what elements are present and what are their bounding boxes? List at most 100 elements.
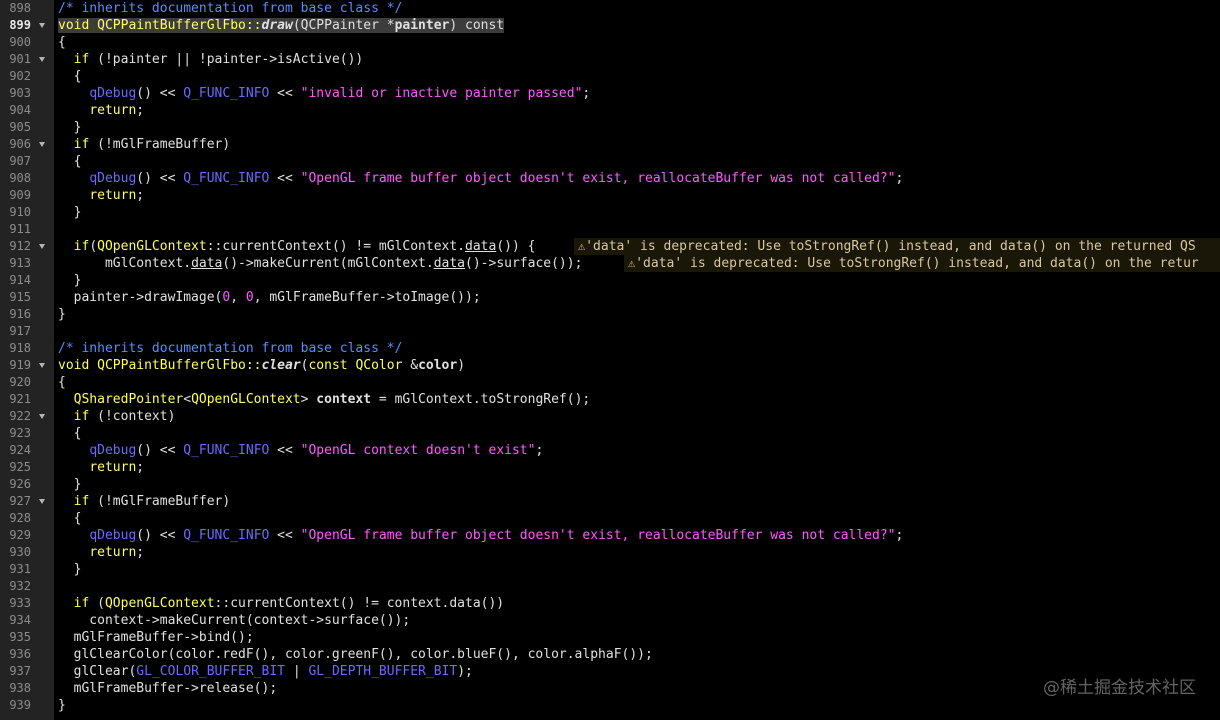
macro: GL_DEPTH_BUFFER_BIT: [308, 664, 458, 679]
gutter-line: 911: [0, 221, 54, 238]
line-number: 904: [9, 103, 31, 117]
code-editor[interactable]: 898 899 900 901 902 903 904 905 906 907 908 909 910 9…: [0, 0, 1220, 720]
gutter-line: 899: [0, 17, 54, 34]
gutter-line: 932: [0, 578, 54, 595]
watermark: @稀土掘金技术社区: [1043, 678, 1196, 698]
code-text: mGlFrameBuffer->release();: [58, 681, 278, 696]
fold-arrow-icon[interactable]: [37, 357, 47, 374]
keyword: if: [73, 137, 90, 152]
code-text: , mGlFrameBuffer->toImage());: [253, 290, 481, 305]
function-name: clear: [261, 358, 301, 373]
code-line-912: if(QOpenGLContext::currentContext() != m…: [54, 238, 1220, 255]
code-line-906: if (!mGlFrameBuffer): [54, 136, 1220, 153]
string-literal: "invalid or inactive painter passed": [300, 86, 583, 101]
line-number: 920: [9, 375, 31, 389]
fold-arrow-icon[interactable]: [37, 51, 47, 68]
fold-arrow-icon[interactable]: [37, 408, 47, 425]
gutter-line: 931: [0, 561, 54, 578]
fold-arrow-icon[interactable]: [37, 493, 47, 510]
fold-arrow-icon[interactable]: [37, 136, 47, 153]
code-line-913: mGlContext.data()->makeCurrent(mGlContex…: [54, 255, 1220, 272]
gutter-line: 929: [0, 527, 54, 544]
keyword: if: [73, 409, 90, 424]
gutter-line: 915: [0, 289, 54, 306]
gutter-line: 918: [0, 340, 54, 357]
code-line-924: qDebug() << Q_FUNC_INFO << "OpenGL conte…: [54, 442, 1220, 459]
fold-arrow-icon[interactable]: [37, 238, 47, 255]
deprecation-warning[interactable]: ⚠'data' is deprecated: Use toStrongRef()…: [574, 238, 1220, 255]
code-line-935: mGlFrameBuffer->bind();: [54, 629, 1220, 646]
gutter-line: 936: [0, 646, 54, 663]
code-text: (!context): [89, 409, 176, 424]
line-number: 902: [9, 69, 31, 83]
code-line-921: QSharedPointer<QOpenGLContext> context =…: [54, 391, 1220, 408]
code-area[interactable]: /* inherits documentation from base clas…: [54, 0, 1220, 720]
line-number: 938: [9, 681, 31, 695]
gutter-line: 900: [0, 34, 54, 51]
code-line-902: {: [54, 68, 1220, 85]
code-line-905: }: [54, 119, 1220, 136]
code-text: <<: [269, 171, 301, 186]
function-call: qDebug: [89, 171, 137, 186]
line-number: 906: [9, 137, 31, 151]
gutter-line: 920: [0, 374, 54, 391]
gutter-line: 925: [0, 459, 54, 476]
line-number: 924: [9, 443, 31, 457]
function-call: qDebug: [89, 443, 137, 458]
line-number: 939: [9, 698, 31, 712]
string-literal: "OpenGL context doesn't exist": [300, 443, 536, 458]
gutter-line: 914: [0, 272, 54, 289]
code-text: ::currentContext() != context.data()): [214, 596, 505, 611]
line-number: 899: [9, 18, 31, 32]
function-call: qDebug: [89, 528, 137, 543]
brace: {: [58, 375, 66, 390]
keyword: return: [89, 188, 137, 203]
warning-text: 'data' is deprecated: Use toStrongRef() …: [635, 256, 1199, 271]
gutter-line: 937: [0, 663, 54, 680]
line-number: 905: [9, 120, 31, 134]
code-text: >: [300, 392, 317, 407]
line-number: 933: [9, 596, 31, 610]
deprecated-call: data: [191, 256, 223, 271]
gutter-line: 923: [0, 425, 54, 442]
gutter-line: 905: [0, 119, 54, 136]
fold-arrow-icon[interactable]: [37, 17, 47, 34]
params-close: ) const: [449, 18, 505, 33]
code-line-910: }: [54, 204, 1220, 221]
code-line-903: qDebug() << Q_FUNC_INFO << "invalid or i…: [54, 85, 1220, 102]
macro: Q_FUNC_INFO: [183, 171, 270, 186]
deprecation-warning[interactable]: ⚠'data' is deprecated: Use toStrongRef()…: [624, 255, 1220, 272]
code-line-926: }: [54, 476, 1220, 493]
line-number: 936: [9, 647, 31, 661]
line-number: 903: [9, 86, 31, 100]
code-text: );: [457, 664, 473, 679]
line-number: 925: [9, 460, 31, 474]
code-line-919: void QCPPaintBufferGlFbo::clear(const QC…: [54, 357, 1220, 374]
